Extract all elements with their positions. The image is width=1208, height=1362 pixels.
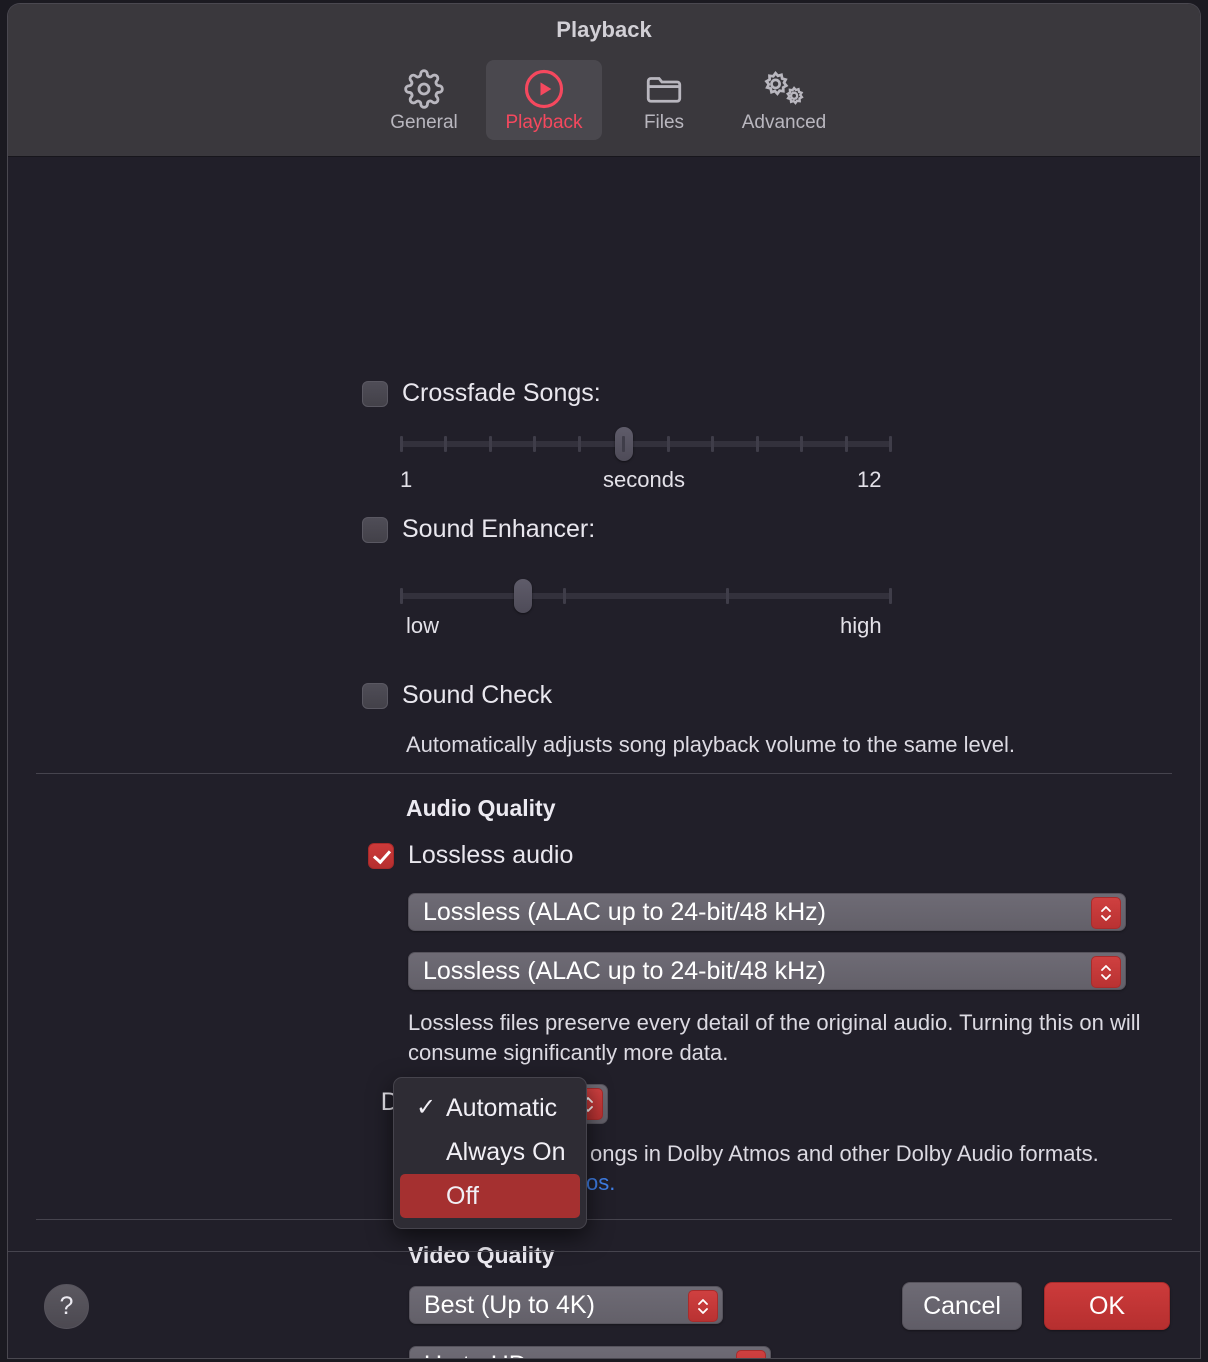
audio-download-stepper[interactable]	[1091, 956, 1121, 988]
dolby-atmos-dropdown-menu[interactable]: ✓ Automatic Always On Off	[393, 1077, 587, 1229]
sound-enhancer-track	[400, 593, 892, 599]
audio-streaming-stepper[interactable]	[1091, 897, 1121, 929]
crossfade-tick	[889, 436, 892, 452]
ok-button[interactable]: OK	[1044, 1282, 1170, 1330]
crossfade-tick	[666, 436, 670, 452]
crossfade-tick	[400, 436, 403, 452]
crossfade-tick	[755, 436, 759, 452]
lossless-checkbox-row[interactable]: Lossless audio	[368, 841, 573, 870]
sound-check-description: Automatically adjusts song playback volu…	[406, 732, 1015, 757]
menu-item-always-on-label: Always On	[446, 1138, 566, 1166]
tab-advanced-label: Advanced	[741, 112, 827, 133]
preferences-content: Crossfade Songs: 1 seconds 12 Sound Enha…	[8, 157, 1200, 1358]
audio-quality-title: Audio Quality	[406, 795, 556, 821]
menu-item-off-label: Off	[446, 1182, 479, 1210]
crossfade-max-label: 12	[857, 467, 882, 492]
sound-enhancer-thumb[interactable]	[514, 579, 532, 613]
tab-files-label: Files	[643, 112, 685, 133]
sound-enhancer-max-label: high	[840, 613, 882, 638]
crossfade-tick	[488, 436, 492, 452]
dolby-atmos-learn-more-link[interactable]: os.	[586, 1168, 615, 1198]
sound-enhancer-slider[interactable]	[400, 579, 892, 613]
sound-enhancer-tick	[726, 588, 729, 604]
audio-download-value: Lossless (ALAC up to 24-bit/48 kHz)	[423, 956, 826, 985]
menu-item-automatic-label: Automatic	[446, 1094, 558, 1122]
crossfade-slider[interactable]	[400, 427, 892, 461]
sound-check-checkbox[interactable]	[362, 682, 388, 709]
crossfade-min-label: 1	[400, 467, 413, 492]
gears-icon	[726, 68, 842, 110]
crossfade-track	[400, 441, 892, 447]
sound-check-checkbox-row[interactable]: Sound Check	[362, 681, 552, 710]
checkmark-icon: ✓	[416, 1094, 437, 1121]
lossless-label: Lossless audio	[408, 841, 574, 869]
audio-streaming-value: Lossless (ALAC up to 24-bit/48 kHz)	[423, 897, 826, 926]
crossfade-tick	[577, 436, 581, 452]
crossfade-tick	[711, 436, 715, 452]
preferences-window: Playback General Playback Files Advanced…	[8, 4, 1200, 1358]
divider-audio	[36, 773, 1172, 774]
lossless-description: Lossless files preserve every detail of …	[408, 1010, 1141, 1065]
tab-general-label: General	[390, 112, 458, 133]
play-circle-icon	[486, 68, 602, 110]
crossfade-tick	[800, 436, 804, 452]
tab-files[interactable]: Files	[606, 60, 722, 140]
tab-playback[interactable]: Playback	[486, 60, 602, 140]
crossfade-tick	[444, 436, 448, 452]
crossfade-checkbox-row[interactable]: Crossfade Songs:	[362, 379, 601, 408]
crossfade-tick	[533, 436, 537, 452]
chevron-up-icon	[1101, 905, 1111, 912]
crossfade-checkbox[interactable]	[362, 380, 388, 407]
crossfade-center-label: seconds	[603, 467, 685, 492]
tab-advanced[interactable]: Advanced	[726, 60, 842, 140]
lossless-checkbox[interactable]	[368, 842, 394, 869]
toolbar: Playback General Playback Files Advanced	[8, 4, 1200, 157]
menu-item-always-on[interactable]: Always On	[400, 1130, 580, 1174]
sound-check-label: Sound Check	[402, 681, 553, 709]
folder-icon	[606, 68, 722, 110]
sound-enhancer-checkbox-row[interactable]: Sound Enhancer:	[362, 515, 595, 544]
window-title: Playback	[556, 17, 652, 42]
sound-enhancer-tick	[889, 588, 892, 604]
sound-enhancer-tick	[400, 588, 403, 604]
sound-enhancer-label: Sound Enhancer:	[402, 515, 596, 543]
tab-playback-label: Playback	[505, 112, 583, 133]
chevron-up-icon	[1101, 964, 1111, 971]
crossfade-tick	[622, 436, 626, 452]
gear-icon	[366, 68, 482, 110]
menu-item-off[interactable]: Off	[400, 1174, 580, 1218]
dolby-atmos-description: ongs in Dolby Atmos and other Dolby Audi…	[590, 1141, 1099, 1166]
sound-enhancer-checkbox[interactable]	[362, 516, 388, 543]
audio-download-popup[interactable]: Lossless (ALAC up to 24-bit/48 kHz)	[408, 952, 1126, 990]
dialog-footer: ? Cancel OK	[8, 1251, 1200, 1358]
sound-enhancer-tick	[563, 588, 566, 604]
crossfade-tick	[844, 436, 848, 452]
tab-bar: General Playback Files Advanced	[8, 60, 1200, 140]
menu-item-automatic[interactable]: ✓ Automatic	[400, 1086, 580, 1130]
tab-general[interactable]: General	[366, 60, 482, 140]
help-button[interactable]: ?	[44, 1284, 89, 1329]
cancel-button[interactable]: Cancel	[902, 1282, 1022, 1330]
crossfade-label: Crossfade Songs:	[402, 379, 601, 407]
chevron-down-icon	[1101, 973, 1111, 980]
sound-enhancer-min-label: low	[406, 613, 440, 638]
divider-video	[36, 1219, 1172, 1220]
audio-streaming-popup[interactable]: Lossless (ALAC up to 24-bit/48 kHz)	[408, 893, 1126, 931]
chevron-down-icon	[1101, 914, 1111, 921]
